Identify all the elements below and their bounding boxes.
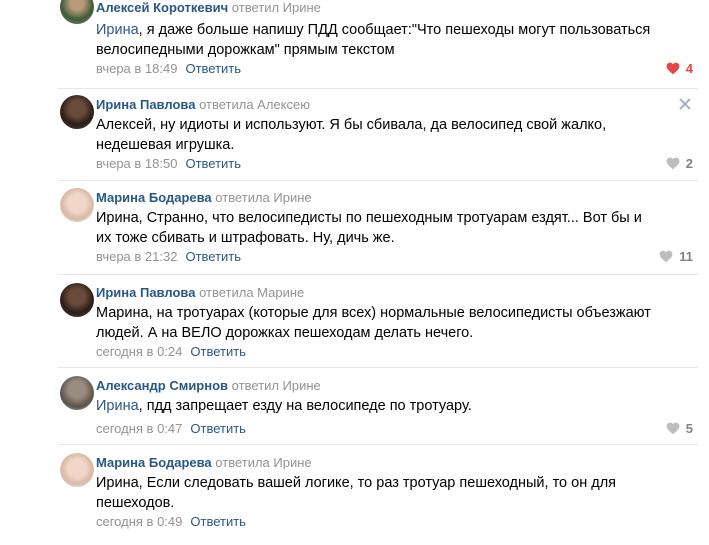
timestamp[interactable]: сегодня в 0:47 <box>96 421 182 436</box>
reply-button[interactable]: Ответить <box>185 61 241 76</box>
heart-icon <box>666 62 680 75</box>
timestamp[interactable]: вчера в 18:50 <box>96 156 177 171</box>
comment-meta: сегодня в 0:49 Ответить <box>96 514 246 529</box>
heart-icon <box>666 422 680 435</box>
reply-button[interactable]: Ответить <box>185 249 241 264</box>
like-count: 11 <box>679 249 693 264</box>
avatar[interactable] <box>60 0 94 24</box>
reply-to-label: ответила Ирине <box>215 455 312 470</box>
like-button[interactable]: 4 <box>666 61 693 76</box>
like-count: 5 <box>685 421 693 436</box>
author-name[interactable]: Ирина Павлова <box>96 97 195 112</box>
reply-to-label: ответил Ирине <box>231 0 321 15</box>
comment-text: Ирина, Если следовать вашей логике, то р… <box>96 473 656 513</box>
like-button[interactable]: 5 <box>666 421 693 436</box>
divider <box>58 88 698 89</box>
avatar[interactable] <box>60 376 94 410</box>
avatar[interactable] <box>60 95 94 129</box>
comment-text: Ирина, пдд запрещает езду на велосипеде … <box>96 396 656 416</box>
comment-meta: вчера в 21:32 Ответить <box>96 249 241 264</box>
reply-button[interactable]: Ответить <box>190 421 246 436</box>
timestamp[interactable]: вчера в 18:49 <box>96 61 177 76</box>
comment-body: Ирина, Странно, что велосипедисты по пеш… <box>96 210 642 246</box>
comment-header: Ирина Павлова ответила Марине <box>96 285 304 300</box>
comment-meta: вчера в 18:49 Ответить <box>96 61 241 76</box>
divider <box>58 274 698 275</box>
divider <box>58 180 698 181</box>
reply-to-label: ответил Ирине <box>231 378 321 393</box>
author-name[interactable]: Марина Бодарева <box>96 190 212 205</box>
divider <box>58 444 698 445</box>
divider <box>58 367 698 368</box>
reply-to-label: ответила Ирине <box>215 190 312 205</box>
comment-text: Марина, на тротуарах (которые для всех) … <box>96 303 656 343</box>
comment-body: Алексей, ну идиоты и используют. Я бы сб… <box>96 117 607 153</box>
comment-meta: сегодня в 0:24 Ответить <box>96 344 246 359</box>
like-count: 4 <box>685 61 693 76</box>
comment-body: Ирина, Если следовать вашей логике, то р… <box>96 475 617 511</box>
comment-header: Марина Бодарева ответила Ирине <box>96 190 312 205</box>
comment-header: Алексей Короткевич ответил Ирине <box>96 0 321 15</box>
like-button[interactable]: 2 <box>666 156 693 171</box>
timestamp[interactable]: вчера в 21:32 <box>96 249 177 264</box>
mention-link[interactable]: Ирина <box>96 398 139 414</box>
reply-to-label: ответила Алексею <box>199 97 310 112</box>
close-icon[interactable] <box>679 98 691 110</box>
reply-to-label: ответила Марине <box>199 285 305 300</box>
avatar[interactable] <box>60 188 94 222</box>
comment-header: Александр Смирнов ответил Ирине <box>96 378 321 393</box>
comment-text: Ирина, Странно, что велосипедисты по пеш… <box>96 208 656 248</box>
comment-header: Ирина Павлова ответила Алексею <box>96 97 310 112</box>
author-name[interactable]: Алексей Короткевич <box>96 0 228 15</box>
reply-button[interactable]: Ответить <box>190 514 246 529</box>
mention-link[interactable]: Ирина <box>96 22 139 38</box>
avatar[interactable] <box>60 453 94 487</box>
comment-text: Алексей, ну идиоты и используют. Я бы сб… <box>96 115 656 155</box>
like-button[interactable]: 11 <box>659 249 693 264</box>
heart-icon <box>666 157 680 170</box>
author-name[interactable]: Ирина Павлова <box>96 285 195 300</box>
author-name[interactable]: Александр Смирнов <box>96 378 228 393</box>
reply-button[interactable]: Ответить <box>185 156 241 171</box>
avatar[interactable] <box>60 283 94 317</box>
comment-body: , пдд запрещает езду на велосипеде по тр… <box>138 398 472 414</box>
reply-button[interactable]: Ответить <box>190 344 246 359</box>
author-name[interactable]: Марина Бодарева <box>96 455 212 470</box>
timestamp[interactable]: сегодня в 0:24 <box>96 344 182 359</box>
heart-icon <box>659 250 673 263</box>
comment-meta: вчера в 18:50 Ответить <box>96 156 241 171</box>
like-count: 2 <box>685 156 693 171</box>
timestamp[interactable]: сегодня в 0:49 <box>96 514 182 529</box>
comment-meta: сегодня в 0:47 Ответить <box>96 421 246 436</box>
comment-header: Марина Бодарева ответила Ирине <box>96 455 312 470</box>
comment-text: Ирина, я даже больше напишу ПДД сообщает… <box>96 20 656 60</box>
comment-body: , я даже больше напишу ПДД сообщает:"Что… <box>96 22 651 58</box>
comment-body: Марина, на тротуарах (которые для всех) … <box>96 305 651 341</box>
